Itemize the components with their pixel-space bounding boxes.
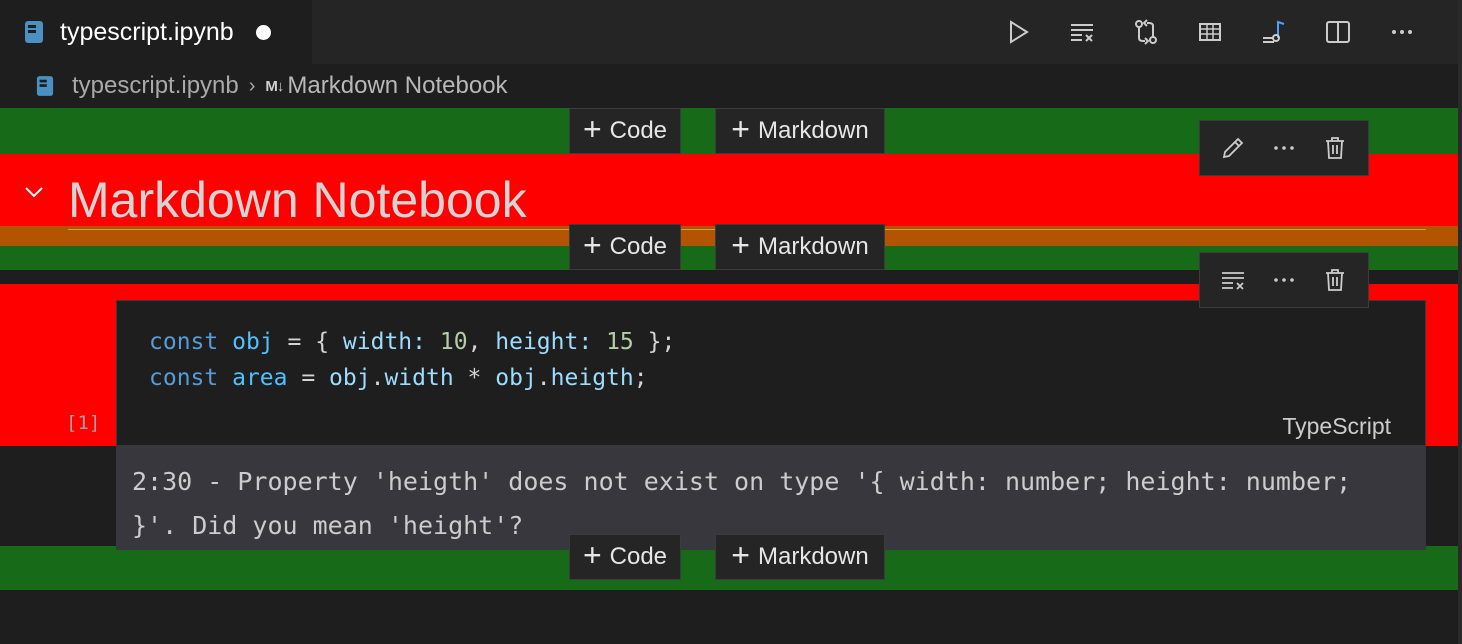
clear-outputs-button[interactable] (1050, 0, 1114, 64)
breadcrumb: typescript.ipynb › M↓ Markdown Notebook (0, 64, 1462, 108)
chevron-down-icon[interactable] (22, 180, 46, 204)
clear-all-icon (1222, 272, 1245, 290)
editor-toolbar (986, 0, 1434, 64)
markdown-heading[interactable]: Markdown Notebook (68, 170, 527, 230)
button-label: Markdown (757, 117, 869, 144)
plus-icon: + (731, 537, 750, 573)
cell-more-button[interactable] (1264, 128, 1304, 168)
git-compare-icon (1135, 19, 1157, 45)
outline-button[interactable] (1242, 0, 1306, 64)
plus-icon: + (731, 227, 750, 263)
plus-icon: + (582, 227, 602, 263)
execution-count: [1] (66, 412, 101, 434)
button-label: Markdown (757, 233, 869, 260)
plus-icon: + (582, 537, 602, 573)
add-markdown-cell-button[interactable]: + Markdown (715, 224, 885, 270)
token-property: width (384, 365, 454, 391)
code-cell-toolbar (1199, 252, 1369, 308)
ellipsis-icon (1274, 146, 1294, 150)
ellipsis-icon (1274, 278, 1294, 282)
token-punct: . (370, 365, 385, 391)
pencil-icon (1223, 137, 1244, 159)
token-punct: ; (633, 365, 648, 391)
token-number: 10 (439, 329, 468, 355)
add-code-cell-button[interactable]: + Code (569, 108, 681, 154)
breadcrumb-section[interactable]: Markdown Notebook (287, 72, 507, 100)
delete-cell-button[interactable] (1315, 128, 1355, 168)
token-number: 15 (606, 329, 634, 355)
chevron-right-icon: › (248, 74, 256, 97)
clear-all-icon (1071, 24, 1093, 42)
run-icon (1010, 20, 1029, 44)
add-code-cell-button[interactable]: + Code (569, 224, 681, 270)
code-cell-editor[interactable]: const obj = { width: 10, height: 15 }; c… (116, 300, 1426, 446)
plus-icon: + (582, 111, 602, 147)
tab-bar: typescript.ipynb (0, 0, 1462, 64)
token-punct: }; (633, 329, 676, 355)
trash-icon (1325, 269, 1344, 291)
token-punct: = (287, 365, 330, 391)
token-punct: * (453, 365, 496, 391)
list-music-icon (1263, 20, 1285, 43)
token-variable: obj (495, 365, 537, 391)
add-markdown-cell-button[interactable]: + Markdown (715, 534, 885, 580)
token-keyword: const (149, 329, 219, 355)
edit-cell-button[interactable] (1213, 128, 1253, 168)
trash-icon (1325, 137, 1344, 159)
token-variable: area (232, 365, 288, 391)
notebook-icon (25, 21, 43, 43)
markdown-icon: M↓ (265, 77, 284, 95)
tab-typescript-ipynb[interactable]: typescript.ipynb (0, 0, 312, 64)
more-actions-button[interactable] (1370, 0, 1434, 64)
token-property: heigth (550, 365, 634, 391)
token-punct: = { (273, 329, 343, 355)
run-all-button[interactable] (986, 0, 1050, 64)
token-punct: : (578, 329, 607, 355)
cell-more-button[interactable] (1264, 260, 1304, 300)
code-line-1: const obj = { width: 10, height: 15 }; (149, 329, 675, 355)
variables-button[interactable] (1178, 0, 1242, 64)
button-label: Code (609, 543, 668, 570)
compare-changes-button[interactable] (1114, 0, 1178, 64)
notebook-icon (36, 76, 54, 96)
add-code-cell-button[interactable]: + Code (569, 534, 681, 580)
token-property: height (495, 329, 579, 355)
token-variable: obj (329, 365, 371, 391)
token-punct: . (536, 365, 551, 391)
button-label: Code (609, 233, 668, 260)
button-label: Code (609, 117, 668, 144)
table-icon (1199, 23, 1221, 41)
token-variable: obj (232, 329, 274, 355)
plus-icon: + (731, 111, 750, 147)
language-picker[interactable]: TypeScript (1282, 413, 1391, 440)
token-property: width (342, 329, 413, 355)
button-label: Markdown (757, 543, 869, 570)
scrollbar-edge[interactable] (1458, 0, 1462, 644)
breadcrumb-file[interactable]: typescript.ipynb (72, 72, 239, 100)
delete-cell-button[interactable] (1315, 260, 1355, 300)
split-editor-icon (1326, 21, 1350, 43)
tab-title: typescript.ipynb (60, 17, 234, 46)
ellipsis-icon (1392, 30, 1412, 34)
add-markdown-cell-button[interactable]: + Markdown (715, 108, 885, 154)
token-keyword: const (149, 365, 219, 391)
clear-cell-output-button[interactable] (1213, 260, 1253, 300)
token-punct: : (412, 329, 440, 355)
code-line-2: const area = obj.width * obj.heigth; (149, 365, 648, 391)
markdown-cell-toolbar (1199, 120, 1369, 176)
token-punct: , (467, 329, 496, 355)
unsaved-dot-icon[interactable] (255, 24, 271, 40)
split-editor-button[interactable] (1306, 0, 1370, 64)
